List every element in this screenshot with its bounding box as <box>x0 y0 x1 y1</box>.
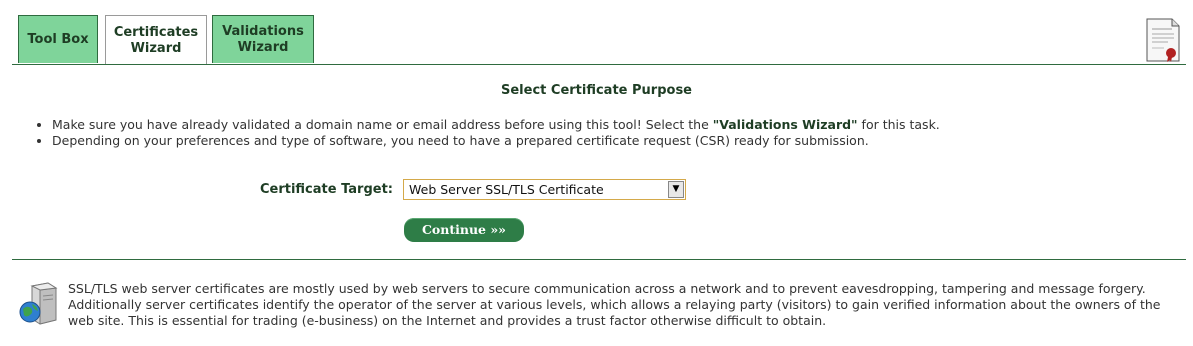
tab-certificates-wizard[interactable]: Certificates Wizard <box>105 15 207 65</box>
certificate-icon <box>1146 18 1180 62</box>
tab-validations-wizard[interactable]: Validations Wizard <box>212 15 314 63</box>
chevron-down-icon[interactable]: ▼ <box>668 181 684 198</box>
note-text: for this task. <box>857 117 940 132</box>
certificate-target-select[interactable]: Web Server SSL/TLS Certificate ▼ <box>403 179 686 200</box>
select-value: Web Server SSL/TLS Certificate <box>409 182 604 197</box>
tab-label: Validations Wizard <box>222 23 304 55</box>
note-text: Make sure you have already validated a d… <box>52 117 713 132</box>
page-title: Select Certificate Purpose <box>501 83 692 98</box>
divider <box>12 259 1186 260</box>
list-item: Depending on your preferences and type o… <box>52 133 940 149</box>
server-icon <box>19 282 58 325</box>
validations-wizard-reference: "Validations Wizard" <box>712 117 858 132</box>
instructions-list: Make sure you have already validated a d… <box>34 117 940 149</box>
certificate-target-label: Certificate Target: <box>259 182 393 197</box>
tab-label: Tool Box <box>27 31 89 47</box>
tab-underline <box>12 64 1186 65</box>
continue-button[interactable]: Continue »» <box>404 218 524 242</box>
server-certificate-description: SSL/TLS web server certificates are most… <box>68 281 1161 328</box>
tab-label: Certificates Wizard <box>113 24 199 56</box>
list-item: Make sure you have already validated a d… <box>52 117 940 133</box>
tab-tool-box[interactable]: Tool Box <box>18 15 98 63</box>
